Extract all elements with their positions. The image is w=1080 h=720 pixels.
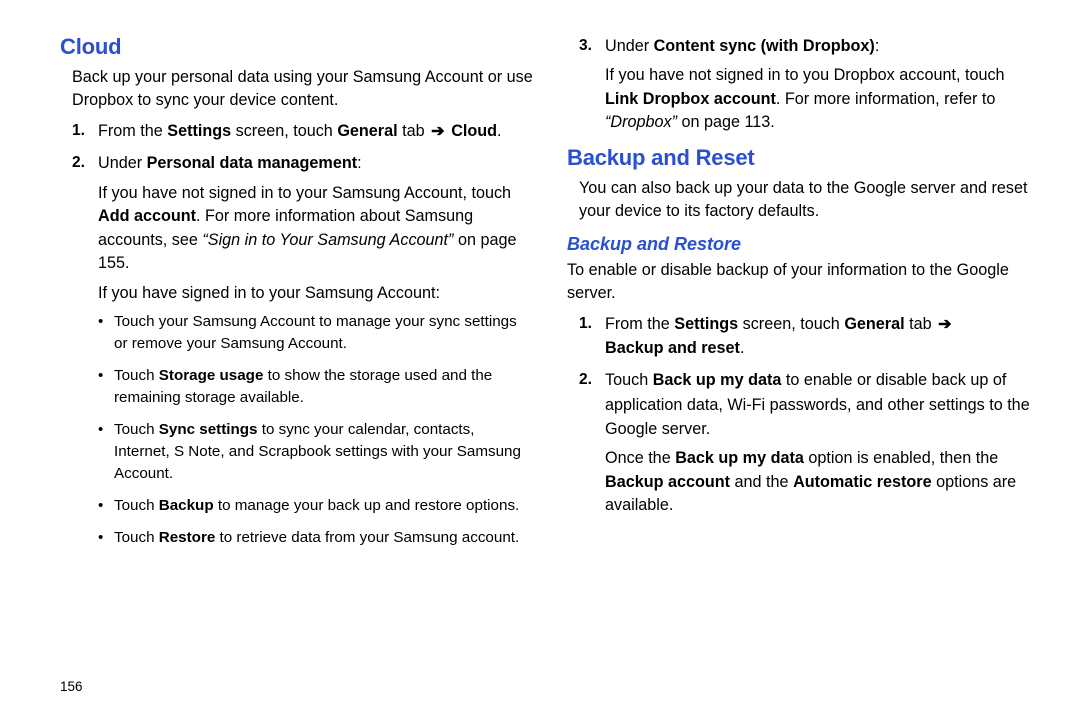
bold: Settings xyxy=(167,122,231,140)
paragraph: If you have signed in to your Samsung Ac… xyxy=(98,282,533,305)
text: If you have not signed in to your Samsun… xyxy=(98,184,511,202)
backup-reset-intro: You can also back up your data to the Go… xyxy=(567,177,1040,224)
arrow-icon: ➔ xyxy=(936,315,954,333)
step-1: 1. From the Settings screen, touch Gener… xyxy=(579,312,1040,361)
arrow-icon: ➔ xyxy=(429,122,447,140)
text: . xyxy=(740,339,745,357)
backup-restore-intro: To enable or disable backup of your info… xyxy=(567,259,1040,306)
bullet: Touch Sync settings to sync your calenda… xyxy=(98,419,533,485)
step-number: 2. xyxy=(72,151,85,174)
bold: Backup xyxy=(159,497,214,514)
heading-cloud: Cloud xyxy=(60,34,533,60)
text: on page 113. xyxy=(677,113,775,131)
text: . For more information, refer to xyxy=(776,90,996,108)
subheading-backup-restore: Backup and Restore xyxy=(567,234,1040,255)
bold: Backup account xyxy=(605,473,730,491)
text: Once the xyxy=(605,449,675,467)
text: Touch xyxy=(114,367,159,384)
text: option is enabled, then the xyxy=(804,449,998,467)
cloud-intro: Back up your personal data using your Sa… xyxy=(60,66,533,113)
italic: “Sign in to Your Samsung Account” xyxy=(202,231,453,249)
paragraph: If you have not signed in to your Samsun… xyxy=(98,182,533,276)
text: tab xyxy=(905,315,937,333)
signed-in-options: Touch your Samsung Account to manage you… xyxy=(98,311,533,549)
bold: Restore xyxy=(159,529,216,546)
italic: “Dropbox” xyxy=(605,113,677,131)
bold: Settings xyxy=(674,315,738,333)
bold: General xyxy=(337,122,397,140)
text: . xyxy=(497,122,502,140)
step-number: 3. xyxy=(579,34,592,57)
paragraph: Once the Back up my data option is enabl… xyxy=(605,447,1040,517)
text: to retrieve data from your Samsung accou… xyxy=(215,529,519,546)
text: Touch xyxy=(114,497,159,514)
page-number: 156 xyxy=(60,679,83,694)
step-number: 2. xyxy=(579,368,592,391)
step-2-body: Once the Back up my data option is enabl… xyxy=(605,447,1040,517)
bullet: Touch Storage usage to show the storage … xyxy=(98,365,533,409)
step-number: 1. xyxy=(72,119,85,142)
cloud-steps: 1. From the Settings screen, touch Gener… xyxy=(72,119,533,549)
bold: Backup and reset xyxy=(605,339,740,357)
bold: Cloud xyxy=(451,122,497,140)
manual-page: Cloud Back up your personal data using y… xyxy=(0,0,1080,720)
paragraph: If you have not signed in to you Dropbox… xyxy=(605,64,1040,134)
two-column-layout: Cloud Back up your personal data using y… xyxy=(60,34,1040,559)
text: Touch xyxy=(114,421,159,438)
left-column: Cloud Back up your personal data using y… xyxy=(60,34,533,559)
bold: Add account xyxy=(98,207,196,225)
text: Touch xyxy=(605,371,653,389)
bold: Personal data management xyxy=(147,154,358,172)
bullet: Touch your Samsung Account to manage you… xyxy=(98,311,533,355)
right-column: 3. Under Content sync (with Dropbox): If… xyxy=(567,34,1040,559)
step-3-body: If you have not signed in to you Dropbox… xyxy=(605,64,1040,134)
text: : xyxy=(357,154,362,172)
bold: Sync settings xyxy=(159,421,258,438)
text: : xyxy=(875,37,880,55)
heading-backup-reset: Backup and Reset xyxy=(567,145,1040,171)
text: Touch xyxy=(114,529,159,546)
bold: Automatic restore xyxy=(793,473,932,491)
bold: Content sync (with Dropbox) xyxy=(654,37,875,55)
bold: Back up my data xyxy=(653,371,782,389)
bullet: Touch Backup to manage your back up and … xyxy=(98,495,533,517)
text: screen, touch xyxy=(231,122,337,140)
text: Under xyxy=(98,154,147,172)
text: Under xyxy=(605,37,654,55)
text: From the xyxy=(98,122,167,140)
text: and the xyxy=(730,473,793,491)
step-1: 1. From the Settings screen, touch Gener… xyxy=(72,119,533,143)
cloud-steps-continued: 3. Under Content sync (with Dropbox): If… xyxy=(579,34,1040,135)
bullet: Touch Restore to retrieve data from your… xyxy=(98,527,533,549)
bold: General xyxy=(844,315,904,333)
bold: Link Dropbox account xyxy=(605,90,776,108)
text: From the xyxy=(605,315,674,333)
backup-restore-steps: 1. From the Settings screen, touch Gener… xyxy=(579,312,1040,518)
step-2: 2. Under Personal data management: If yo… xyxy=(72,151,533,549)
text: to manage your back up and restore optio… xyxy=(214,497,520,514)
step-3: 3. Under Content sync (with Dropbox): If… xyxy=(579,34,1040,135)
step-2-body: If you have not signed in to your Samsun… xyxy=(98,182,533,550)
text: screen, touch xyxy=(738,315,844,333)
bold: Storage usage xyxy=(159,367,264,384)
step-2: 2. Touch Back up my data to enable or di… xyxy=(579,368,1040,517)
bold: Back up my data xyxy=(675,449,804,467)
text: tab xyxy=(398,122,430,140)
step-number: 1. xyxy=(579,312,592,335)
text: If you have not signed in to you Dropbox… xyxy=(605,66,1005,84)
